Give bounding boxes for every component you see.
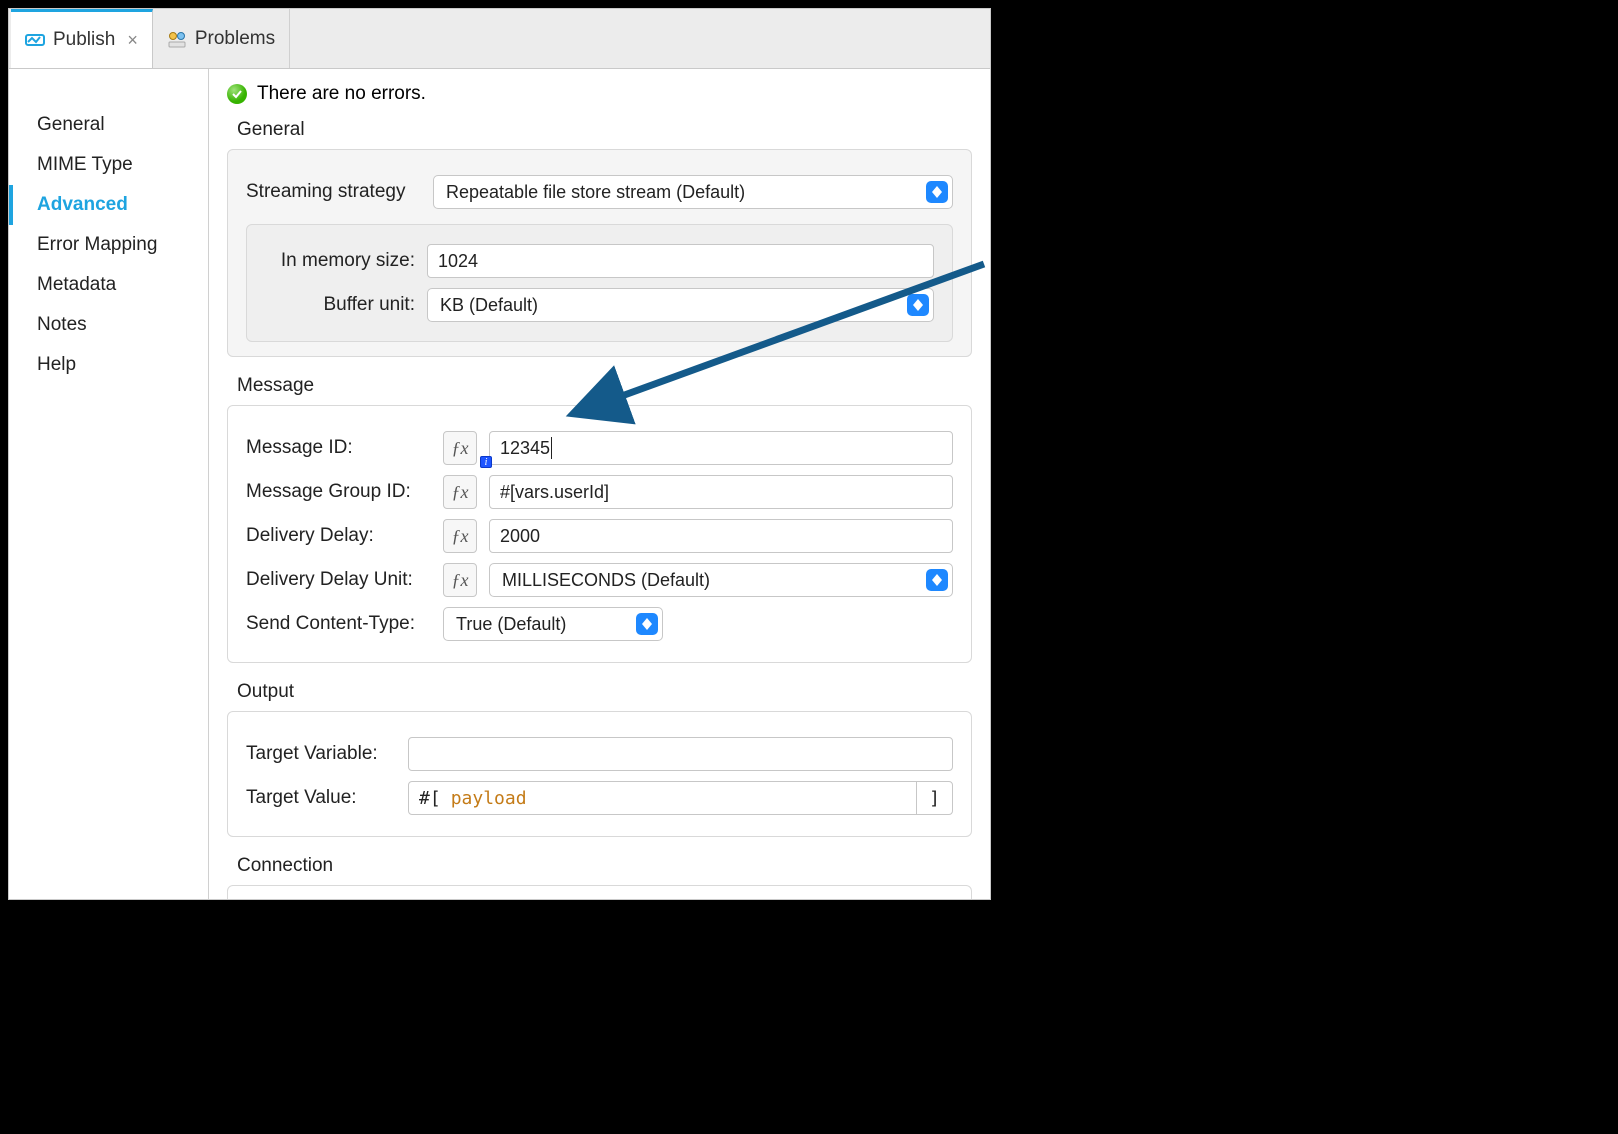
status-row: There are no errors. [209,69,990,111]
sidebar-item-label: Metadata [37,274,116,295]
memsize-input[interactable]: 1024 [427,244,934,278]
problems-icon [167,29,187,49]
sidebar-item-general[interactable]: General [9,105,208,145]
sidebar: General MIME Type Advanced Error Mapping… [9,69,209,899]
delivery-delay-unit-value: MILLISECONDS (Default) [502,570,710,591]
expr-suffix: ] [916,782,952,814]
sidebar-item-help[interactable]: Help [9,345,208,385]
panel-output: Target Variable: Target Value: #[ payloa… [227,711,972,837]
success-icon [227,84,247,104]
section-output-title: Output [237,681,990,703]
memsize-value: 1024 [438,251,478,272]
target-value-label: Target Value: [246,787,396,809]
chevron-updown-icon [926,569,948,591]
fx-button[interactable]: ƒx [443,519,477,553]
delivery-delay-value: 2000 [500,526,540,547]
message-group-id-input[interactable]: #[vars.userId] [489,475,953,509]
memsize-label: In memory size: [265,250,415,272]
message-id-input[interactable]: i 12345 [489,431,953,465]
sidebar-item-label: Error Mapping [37,234,157,255]
panel-connection: Reconnection strategy None [227,885,972,899]
sidebar-item-label: MIME Type [37,154,133,175]
streaming-strategy-label: Streaming strategy [246,181,421,203]
tab-problems-label: Problems [195,28,275,50]
streaming-strategy-select[interactable]: Repeatable file store stream (Default) [433,175,953,209]
fx-button[interactable]: ƒx [443,475,477,509]
panel-message: Message ID: ƒx i 12345 Message Group ID:… [227,405,972,663]
send-content-type-value: True (Default) [456,614,566,635]
tab-publish-label: Publish [53,29,115,51]
tab-publish[interactable]: Publish × [11,9,153,68]
tab-problems[interactable]: Problems [153,9,290,68]
sidebar-item-label: Help [37,354,76,375]
app-frame: Publish × Problems General MIME Type Adv… [8,8,991,900]
subpanel-streaming: In memory size: 1024 Buffer unit: KB (De… [246,224,953,342]
message-id-label: Message ID: [246,437,431,459]
bufferunit-value: KB (Default) [440,295,538,316]
sidebar-item-notes[interactable]: Notes [9,305,208,345]
section-general-title: General [237,119,990,141]
message-group-id-label: Message Group ID: [246,481,431,503]
expr-prefix: #[ [409,788,445,809]
bufferunit-select[interactable]: KB (Default) [427,288,934,322]
panel-general: Streaming strategy Repeatable file store… [227,149,972,357]
content-area: There are no errors. General Streaming s… [209,69,990,899]
delivery-delay-unit-label: Delivery Delay Unit: [246,569,431,591]
sidebar-item-metadata[interactable]: Metadata [9,265,208,305]
delivery-delay-unit-select[interactable]: MILLISECONDS (Default) [489,563,953,597]
sidebar-item-advanced[interactable]: Advanced [9,185,208,225]
info-icon: i [480,456,492,468]
message-id-value: 12345 [500,438,550,459]
status-message: There are no errors. [257,83,426,105]
sidebar-item-errormapping[interactable]: Error Mapping [9,225,208,265]
send-content-type-label: Send Content-Type: [246,613,431,635]
target-variable-input[interactable] [408,737,953,771]
chevron-updown-icon [926,181,948,203]
delivery-delay-label: Delivery Delay: [246,525,431,547]
text-caret [551,437,552,459]
fx-button[interactable]: ƒx [443,431,477,465]
section-message-title: Message [237,375,990,397]
bufferunit-label: Buffer unit: [265,294,415,316]
close-icon[interactable]: × [127,30,138,51]
target-value-input[interactable]: #[ payload ] [408,781,953,815]
sidebar-item-label: General [37,114,105,135]
target-variable-label: Target Variable: [246,743,396,765]
publish-icon [25,30,45,50]
sidebar-item-label: Notes [37,314,87,335]
sidebar-item-mimetype[interactable]: MIME Type [9,145,208,185]
streaming-strategy-value: Repeatable file store stream (Default) [446,182,745,203]
sidebar-item-label: Advanced [37,194,128,215]
section-connection-title: Connection [237,855,990,877]
fx-button[interactable]: ƒx [443,563,477,597]
tabbar: Publish × Problems [9,9,990,69]
message-group-id-value: #[vars.userId] [500,482,609,503]
delivery-delay-input[interactable]: 2000 [489,519,953,553]
expr-body: payload [445,788,916,809]
chevron-updown-icon [636,613,658,635]
chevron-updown-icon [907,294,929,316]
send-content-type-select[interactable]: True (Default) [443,607,663,641]
